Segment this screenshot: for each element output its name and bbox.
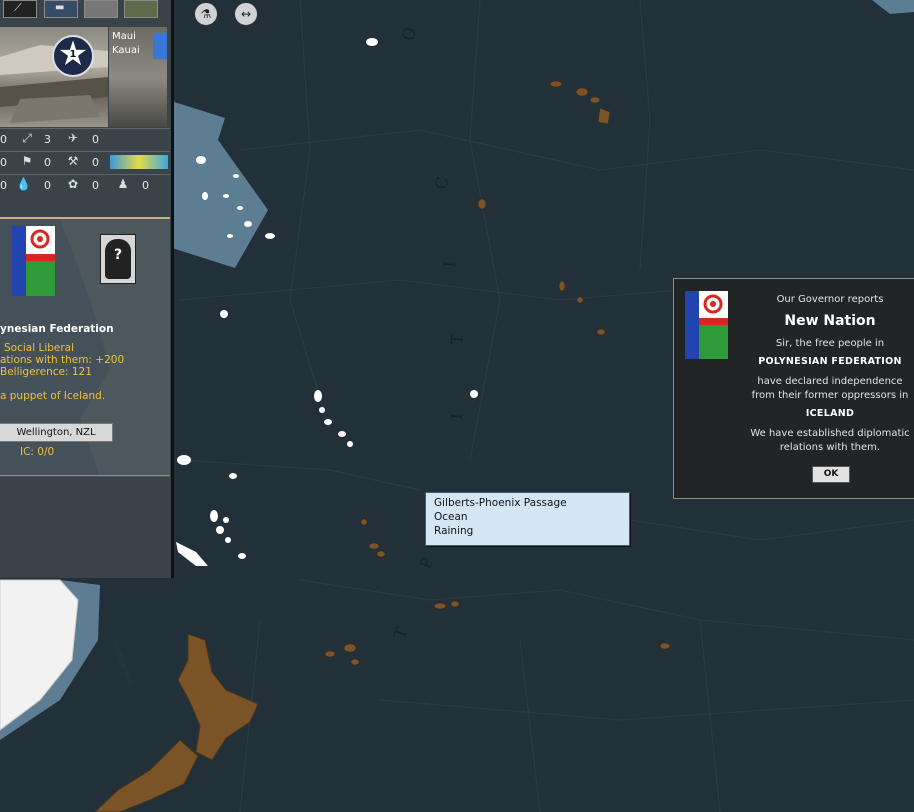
tooltip-terrain: Ocean [434, 511, 468, 523]
section-divider-bottom [0, 475, 170, 476]
badge-number: 1 [69, 49, 77, 60]
toolbar-button-4[interactable] [124, 0, 158, 18]
rare-materials-icon: ✿ [67, 177, 79, 191]
dialog-line-1: Sir, the free people in [775, 338, 885, 349]
tooltip-weather: Raining [434, 525, 474, 537]
island-label-maui: Maui [112, 31, 136, 42]
dialog-line-3: from their former oppressors in [751, 390, 909, 401]
leader-portrait[interactable]: ? [100, 234, 136, 284]
wrench-icon: ⟋ [14, 1, 22, 14]
infrastructure-icon: ⚒ [67, 154, 79, 168]
ok-button[interactable]: OK [812, 466, 850, 483]
province-tooltip: Gilberts-Phoenix Passage Ocean Raining [425, 492, 630, 546]
stat-value: 0 [92, 179, 99, 192]
dialog-oppressor-name: ICELAND [805, 408, 855, 419]
stat-value: 0 [0, 133, 7, 146]
province-info-panel: ⟋ ▬ ★ 1 Maui Kauai 0 ⤢ 3 ✈ 0 0 ⚑ 0 ⚒ 0 0 [0, 0, 174, 578]
polynesian-flag-icon [12, 226, 55, 296]
stats-row-1: 0 ⤢ 3 ✈ 0 [0, 128, 170, 151]
province-photo: ★ 1 [0, 27, 108, 127]
toolbar-button-1[interactable]: ⟋ [3, 0, 37, 18]
question-mark-icon: ? [113, 247, 123, 263]
ruler-distance-icon[interactable]: ↔ [234, 2, 258, 26]
country-relations: ations with them: +200 [0, 354, 125, 366]
dialog-line-2: have declared independence [757, 376, 903, 387]
dialog-header: Our Governor reports [776, 294, 884, 305]
stat-value: 0 [0, 156, 7, 169]
oil-drop-icon: 💧 [16, 177, 31, 191]
factory-icon: ⚑ [21, 154, 33, 168]
toolbar-button-2[interactable]: ▬ [44, 0, 78, 18]
stat-value: 0 [142, 179, 149, 192]
airfield-icon: ✈ [67, 131, 79, 145]
capital-button[interactable]: Wellington, NZL [0, 423, 113, 442]
stat-value: 3 [44, 133, 51, 146]
stat-value: 0 [44, 179, 51, 192]
stat-value: 0 [0, 179, 7, 192]
island-label-kauai: Kauai [112, 45, 140, 56]
minimap-blue-marker [153, 33, 167, 59]
country-belligerence: Belligerence: 121 [0, 366, 92, 378]
dialog-nation-name: POLYNESIAN FEDERATION [758, 356, 902, 367]
region-minimap[interactable]: Maui Kauai [109, 27, 167, 127]
dialog-line-4: We have established diplomatic [750, 428, 910, 439]
stats-row-2: 0 ⚑ 0 ⚒ 0 [0, 151, 170, 174]
weather-gradient-bar [110, 155, 168, 169]
manpower-icon: ♟ [117, 177, 129, 191]
industrial-capacity: IC: 0/0 [20, 446, 55, 458]
country-flag[interactable] [12, 226, 55, 296]
stats-row-3: 0 💧 0 ✿ 0 ♟ 0 [0, 174, 170, 197]
ship-icon: ▬ [55, 2, 65, 13]
research-flask-icon[interactable]: ⚗ [194, 2, 218, 26]
star-badge: ★ 1 [52, 35, 94, 77]
stat-value: 0 [92, 156, 99, 169]
polynesian-flag-icon [685, 291, 728, 359]
new-nation-dialog: Our Governor reports New Nation Sir, the… [673, 278, 914, 499]
country-ideology: Social Liberal [4, 342, 75, 354]
country-name: ynesian Federation [0, 323, 114, 335]
stat-value: 0 [92, 133, 99, 146]
country-puppet-status: a puppet of Iceland. [0, 390, 106, 402]
tooltip-region: Gilberts-Phoenix Passage [434, 497, 567, 509]
sea-label-letter: T [447, 333, 467, 346]
stat-value: 0 [44, 156, 51, 169]
dialog-title: New Nation [784, 313, 876, 329]
dialog-flag [685, 291, 728, 359]
dialog-line-5: relations with them. [779, 442, 881, 453]
artillery-icon: ⤢ [22, 131, 32, 145]
toolbar-button-3[interactable] [84, 0, 118, 18]
